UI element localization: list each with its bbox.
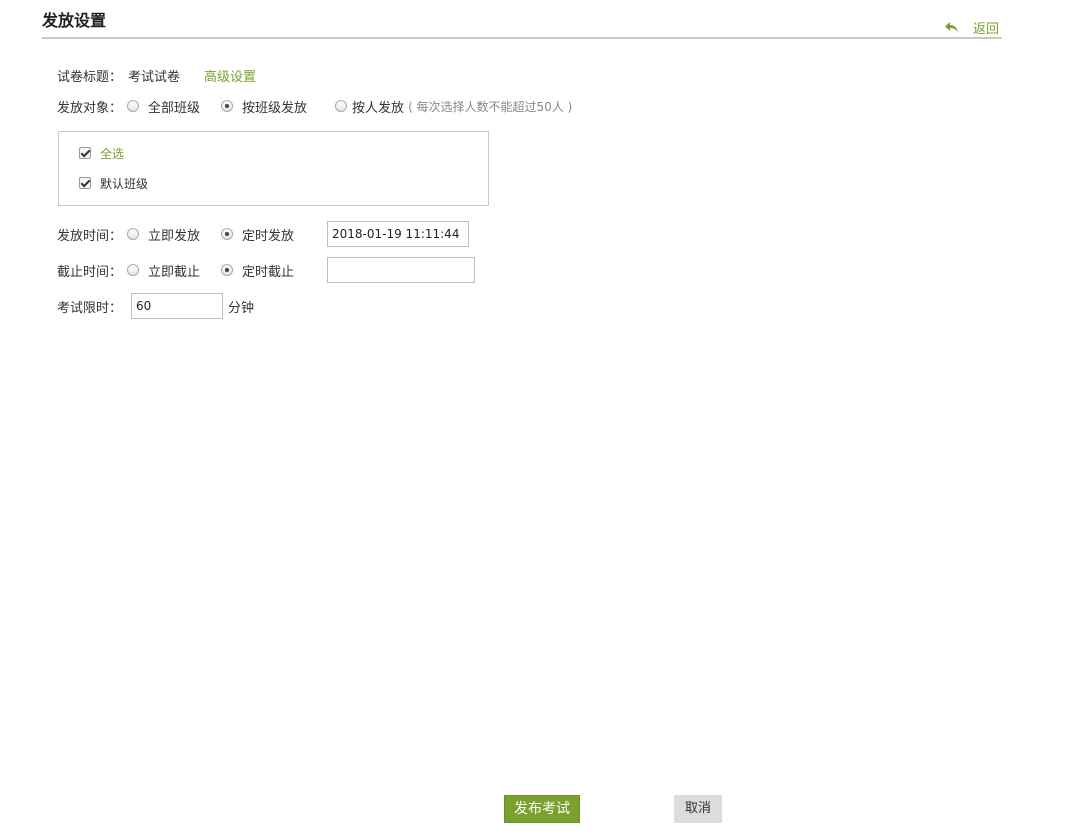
release-scheduled-radio[interactable]	[221, 228, 234, 240]
select-all-label[interactable]: 全选	[100, 145, 124, 162]
back-label: 返回	[973, 22, 1000, 37]
deadline-immediate-label[interactable]: 立即截止	[148, 261, 200, 280]
paper-title-value: 考试试卷	[128, 69, 181, 85]
select-all-checkbox[interactable]	[79, 147, 91, 159]
paper-title-label: 试卷标题：	[57, 69, 123, 85]
default-class-checkbox[interactable]	[79, 177, 91, 189]
target-by-person-radio[interactable]	[335, 100, 348, 112]
paper-title-row: 试卷标题： 考试试卷 高级设置	[57, 64, 256, 86]
target-label: 发放对象：	[57, 100, 123, 116]
page-title: 发放设置	[42, 11, 107, 30]
time-limit-row: 考试限时：	[57, 295, 122, 317]
deadline-scheduled-radio[interactable]	[221, 264, 234, 276]
target-all-classes-radio[interactable]	[127, 100, 140, 112]
time-limit-input[interactable]	[131, 293, 223, 319]
cancel-button[interactable]: 取消	[674, 795, 722, 823]
advanced-settings-link[interactable]: 高级设置	[204, 66, 256, 85]
deadline-scheduled-label[interactable]: 定时截止	[242, 261, 294, 280]
class-selection-box: 全选 默认班级	[58, 131, 489, 206]
back-arrow-icon	[945, 21, 958, 33]
deadline-row: 截止时间： 立即截止 定时截止	[57, 259, 294, 281]
release-scheduled-label[interactable]: 定时发放	[242, 225, 294, 244]
time-limit-unit: 分钟	[228, 301, 255, 316]
target-by-class-radio[interactable]	[221, 100, 234, 112]
default-class-label[interactable]: 默认班级	[100, 175, 148, 192]
time-limit-label: 考试限时：	[57, 300, 123, 316]
deadline-label: 截止时间：	[57, 264, 123, 280]
release-immediate-label[interactable]: 立即发放	[148, 225, 200, 244]
target-all-classes-label[interactable]: 全部班级	[148, 97, 200, 116]
release-time-label: 发放时间：	[57, 228, 123, 244]
deadline-datetime-input[interactable]	[327, 257, 475, 283]
back-link[interactable]: 返回	[944, 18, 999, 37]
class-item: 默认班级	[79, 174, 148, 192]
release-immediate-radio[interactable]	[127, 228, 140, 240]
target-by-person-label[interactable]: 按人发放	[352, 97, 404, 116]
select-all-row: 全选	[79, 144, 124, 162]
deadline-immediate-radio[interactable]	[127, 264, 140, 276]
release-time-row: 发放时间： 立即发放 定时发放	[57, 223, 294, 245]
release-datetime-input[interactable]	[327, 221, 469, 247]
target-row: 发放对象： 全部班级 按班级发放 按人发放 ( 每次选择人数不能超过50人 )	[57, 95, 572, 117]
target-limit-hint: ( 每次选择人数不能超过50人 )	[408, 99, 573, 114]
title-divider	[42, 37, 1002, 39]
publish-exam-button[interactable]: 发布考试	[504, 795, 580, 823]
target-by-class-label[interactable]: 按班级发放	[242, 97, 307, 116]
